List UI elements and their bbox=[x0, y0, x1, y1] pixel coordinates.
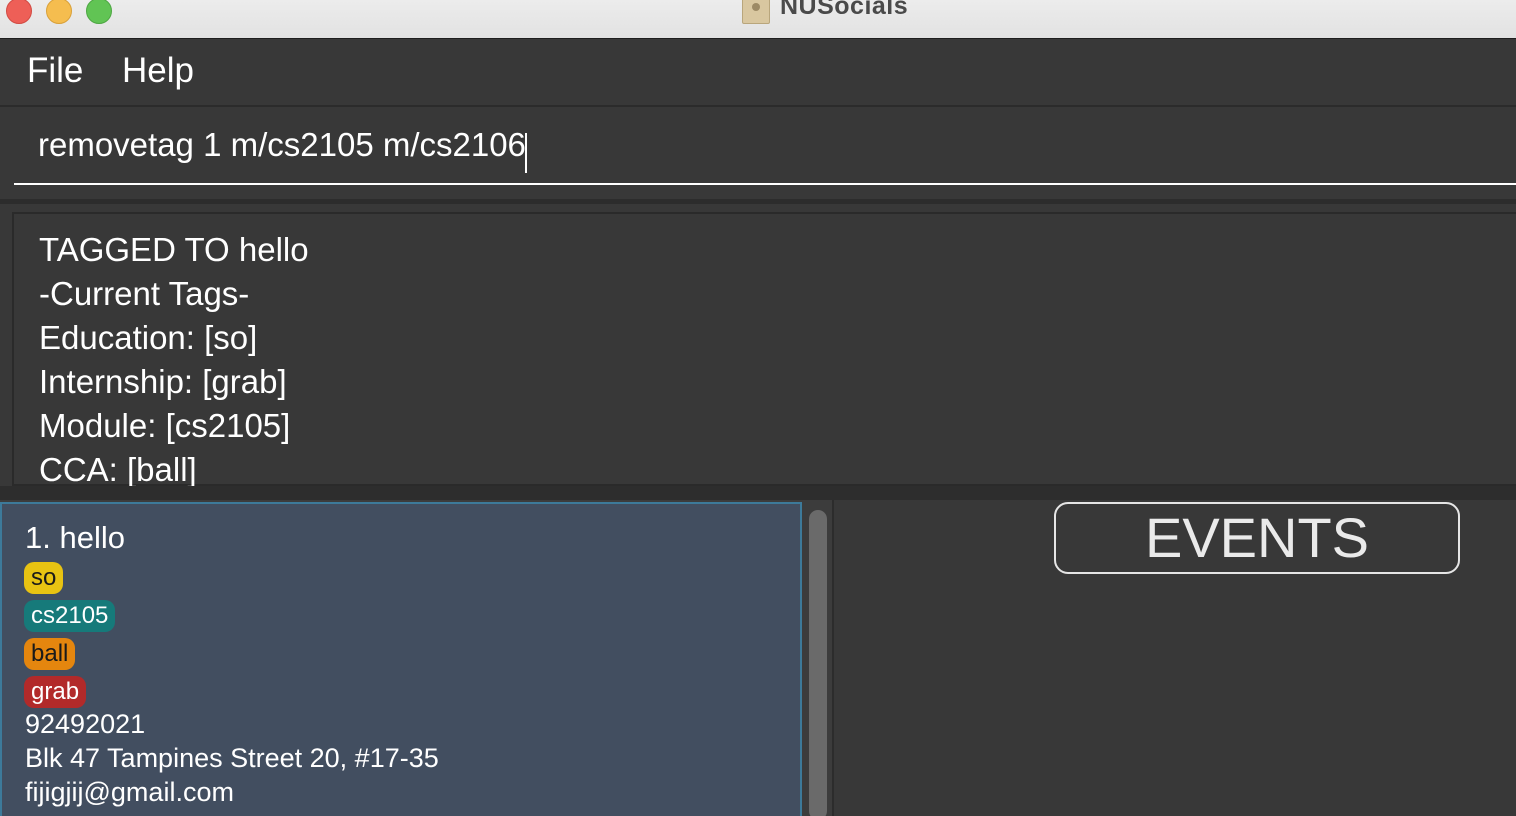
window-title: NUSocials bbox=[780, 0, 909, 20]
command-box bbox=[0, 107, 1516, 204]
command-input[interactable] bbox=[14, 107, 1516, 185]
events-button[interactable]: EVENTS bbox=[1054, 502, 1460, 574]
minimize-window-button[interactable] bbox=[46, 0, 72, 24]
tag-cca: ball bbox=[24, 638, 76, 670]
tag-education: so bbox=[24, 562, 64, 594]
text-caret bbox=[525, 133, 527, 173]
list-scrollbar[interactable] bbox=[804, 500, 832, 816]
panel-separator bbox=[0, 486, 1516, 500]
close-window-button[interactable] bbox=[6, 0, 32, 24]
person-card[interactable]: 1. hello so cs2105 ball grab 92492021 Bl… bbox=[0, 502, 802, 816]
result-line: -Current Tags- bbox=[39, 275, 250, 312]
menu-bar: File Help bbox=[0, 39, 1516, 107]
person-email: fijigjij@gmail.com bbox=[25, 777, 234, 807]
person-list-panel: 1. hello so cs2105 ball grab 92492021 Bl… bbox=[0, 500, 834, 816]
result-line: Education: [so] bbox=[39, 319, 258, 356]
maximize-window-button[interactable] bbox=[86, 0, 112, 24]
tag-module: cs2105 bbox=[24, 600, 116, 632]
scrollbar-thumb[interactable] bbox=[809, 510, 827, 816]
result-line: Module: [cs2105] bbox=[39, 407, 291, 444]
menu-help[interactable]: Help bbox=[122, 51, 194, 91]
title-bar: NUSocials bbox=[0, 0, 1516, 39]
result-display: TAGGED TO hello -Current Tags- Education… bbox=[12, 212, 1516, 488]
result-line: TAGGED TO hello bbox=[39, 231, 309, 268]
person-phone: 92492021 bbox=[25, 709, 146, 739]
result-line: Internship: [grab] bbox=[39, 363, 287, 400]
contact-book-icon bbox=[742, 0, 770, 24]
events-panel: EVENTS bbox=[834, 500, 1516, 816]
menu-file[interactable]: File bbox=[27, 51, 83, 91]
person-address: Blk 47 Tampines Street 20, #17-35 bbox=[25, 743, 439, 773]
person-name: 1. hello bbox=[25, 520, 125, 555]
app-window: NUSocials File Help TAGGED TO hello -Cur… bbox=[0, 0, 1516, 816]
tag-internship: grab bbox=[24, 676, 87, 708]
